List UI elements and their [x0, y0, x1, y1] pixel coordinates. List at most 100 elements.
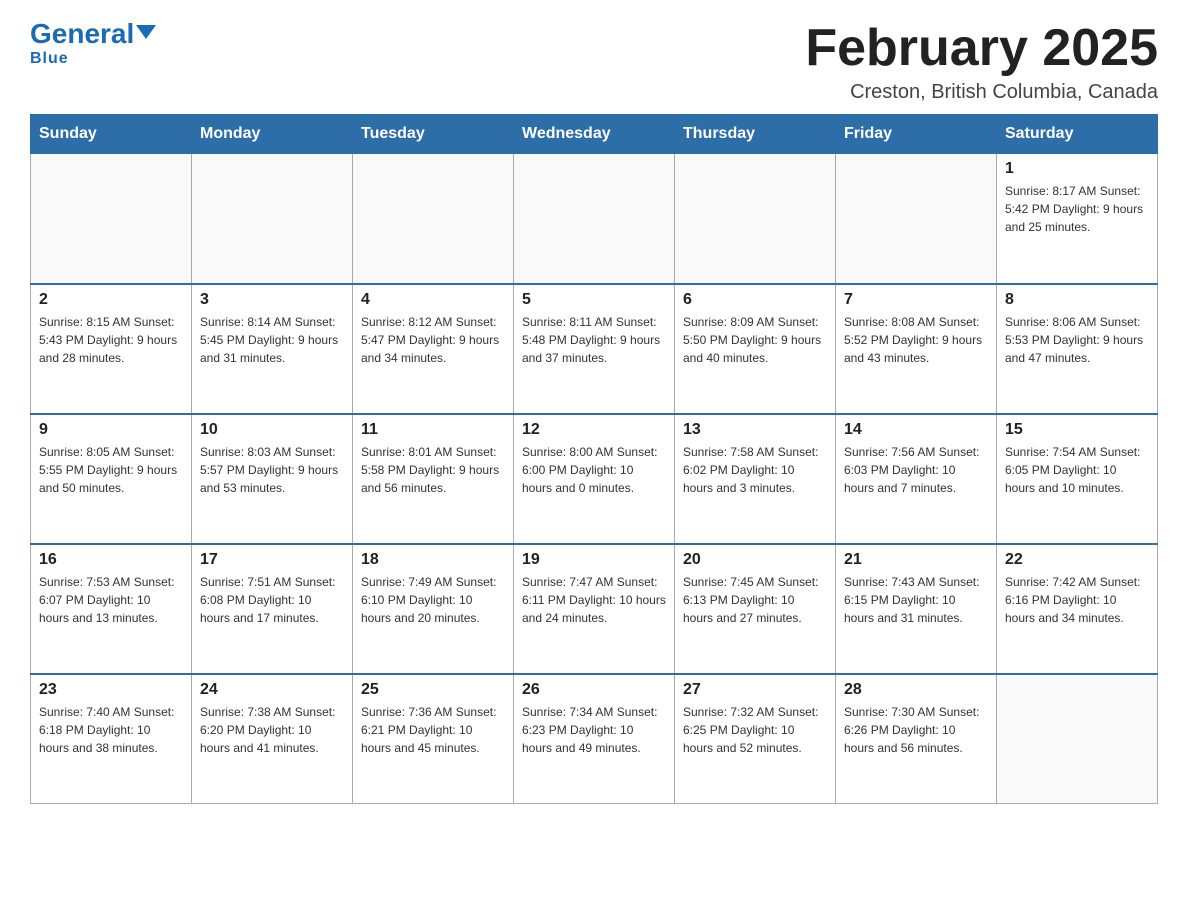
day-number: 9 — [39, 421, 183, 439]
calendar-cell — [997, 674, 1158, 804]
day-number: 3 — [200, 291, 344, 309]
day-number: 19 — [522, 551, 666, 569]
header-friday: Friday — [836, 115, 997, 154]
calendar-cell: 14 Sunrise: 7:56 AM Sunset: 6:03 PM Dayli… — [836, 414, 997, 544]
calendar-week-row: 16 Sunrise: 7:53 AM Sunset: 6:07 PM Dayli… — [31, 544, 1158, 674]
calendar-cell: 3 Sunrise: 8:14 AM Sunset: 5:45 PM Daylig… — [192, 284, 353, 414]
day-number: 23 — [39, 681, 183, 699]
calendar-cell — [836, 154, 997, 284]
day-info: Sunrise: 7:40 AM Sunset: 6:18 PM Dayligh… — [39, 703, 183, 757]
day-info: Sunrise: 8:05 AM Sunset: 5:55 PM Dayligh… — [39, 443, 183, 497]
day-number: 21 — [844, 551, 988, 569]
day-number: 10 — [200, 421, 344, 439]
day-number: 27 — [683, 681, 827, 699]
calendar-week-row: 23 Sunrise: 7:40 AM Sunset: 6:18 PM Dayli… — [31, 674, 1158, 804]
calendar-subtitle: Creston, British Columbia, Canada — [805, 81, 1158, 104]
day-number: 18 — [361, 551, 505, 569]
day-number: 7 — [844, 291, 988, 309]
day-info: Sunrise: 8:06 AM Sunset: 5:53 PM Dayligh… — [1005, 313, 1149, 367]
header-monday: Monday — [192, 115, 353, 154]
calendar-week-row: 1Sunrise: 8:17 AM Sunset: 5:42 PM Daylig… — [31, 154, 1158, 284]
calendar-cell: 4 Sunrise: 8:12 AM Sunset: 5:47 PM Daylig… — [353, 284, 514, 414]
day-info: Sunrise: 7:47 AM Sunset: 6:11 PM Dayligh… — [522, 573, 666, 627]
day-info: Sunrise: 7:58 AM Sunset: 6:02 PM Dayligh… — [683, 443, 827, 497]
day-number: 12 — [522, 421, 666, 439]
day-info: Sunrise: 7:56 AM Sunset: 6:03 PM Dayligh… — [844, 443, 988, 497]
calendar-cell: 26Sunrise: 7:34 AM Sunset: 6:23 PM Dayli… — [514, 674, 675, 804]
day-info: Sunrise: 8:12 AM Sunset: 5:47 PM Dayligh… — [361, 313, 505, 367]
calendar-cell: 13 Sunrise: 7:58 AM Sunset: 6:02 PM Dayli… — [675, 414, 836, 544]
day-number: 15 — [1005, 421, 1149, 439]
calendar-cell — [31, 154, 192, 284]
day-info: Sunrise: 8:14 AM Sunset: 5:45 PM Dayligh… — [200, 313, 344, 367]
calendar-cell: 27 Sunrise: 7:32 AM Sunset: 6:25 PM Dayli… — [675, 674, 836, 804]
calendar-cell — [192, 154, 353, 284]
day-number: 4 — [361, 291, 505, 309]
day-number: 28 — [844, 681, 988, 699]
calendar-cell: 22 Sunrise: 7:42 AM Sunset: 6:16 PM Dayli… — [997, 544, 1158, 674]
calendar-cell: 25 Sunrise: 7:36 AM Sunset: 6:21 PM Dayli… — [353, 674, 514, 804]
calendar-cell: 9 Sunrise: 8:05 AM Sunset: 5:55 PM Daylig… — [31, 414, 192, 544]
day-info: Sunrise: 8:00 AM Sunset: 6:00 PM Dayligh… — [522, 443, 666, 497]
day-number: 1 — [1005, 160, 1149, 178]
day-number: 14 — [844, 421, 988, 439]
day-number: 22 — [1005, 551, 1149, 569]
day-info: Sunrise: 7:36 AM Sunset: 6:21 PM Dayligh… — [361, 703, 505, 757]
day-info: Sunrise: 8:11 AM Sunset: 5:48 PM Dayligh… — [522, 313, 666, 367]
day-number: 16 — [39, 551, 183, 569]
day-number: 24 — [200, 681, 344, 699]
day-info: Sunrise: 7:42 AM Sunset: 6:16 PM Dayligh… — [1005, 573, 1149, 627]
header-thursday: Thursday — [675, 115, 836, 154]
calendar-cell: 17 Sunrise: 7:51 AM Sunset: 6:08 PM Dayli… — [192, 544, 353, 674]
calendar-cell: 23 Sunrise: 7:40 AM Sunset: 6:18 PM Dayli… — [31, 674, 192, 804]
header-wednesday: Wednesday — [514, 115, 675, 154]
calendar-title: February 2025 — [805, 20, 1158, 77]
day-info: Sunrise: 7:51 AM Sunset: 6:08 PM Dayligh… — [200, 573, 344, 627]
day-info: Sunrise: 8:08 AM Sunset: 5:52 PM Dayligh… — [844, 313, 988, 367]
day-info: Sunrise: 8:15 AM Sunset: 5:43 PM Dayligh… — [39, 313, 183, 367]
logo-general: General — [30, 18, 134, 49]
day-number: 25 — [361, 681, 505, 699]
day-number: 2 — [39, 291, 183, 309]
calendar-cell: 18 Sunrise: 7:49 AM Sunset: 6:10 PM Dayli… — [353, 544, 514, 674]
day-info: Sunrise: 7:38 AM Sunset: 6:20 PM Dayligh… — [200, 703, 344, 757]
day-number: 17 — [200, 551, 344, 569]
day-number: 13 — [683, 421, 827, 439]
weekday-header-row: Sunday Monday Tuesday Wednesday Thursday… — [31, 115, 1158, 154]
day-info: Sunrise: 7:34 AM Sunset: 6:23 PM Dayligh… — [522, 703, 666, 757]
calendar-cell: 28 Sunrise: 7:30 AM Sunset: 6:26 PM Dayli… — [836, 674, 997, 804]
day-number: 11 — [361, 421, 505, 439]
calendar-cell — [514, 154, 675, 284]
calendar-cell: 6 Sunrise: 8:09 AM Sunset: 5:50 PM Daylig… — [675, 284, 836, 414]
header-sunday: Sunday — [31, 115, 192, 154]
calendar-cell: 11 Sunrise: 8:01 AM Sunset: 5:58 PM Dayli… — [353, 414, 514, 544]
calendar-week-row: 9 Sunrise: 8:05 AM Sunset: 5:55 PM Daylig… — [31, 414, 1158, 544]
calendar-cell: 19 Sunrise: 7:47 AM Sunset: 6:11 PM Dayli… — [514, 544, 675, 674]
day-info: Sunrise: 8:01 AM Sunset: 5:58 PM Dayligh… — [361, 443, 505, 497]
calendar-cell — [353, 154, 514, 284]
calendar-cell: 10 Sunrise: 8:03 AM Sunset: 5:57 PM Dayli… — [192, 414, 353, 544]
day-info: Sunrise: 7:30 AM Sunset: 6:26 PM Dayligh… — [844, 703, 988, 757]
day-info: Sunrise: 7:45 AM Sunset: 6:13 PM Dayligh… — [683, 573, 827, 627]
calendar-cell: 15Sunrise: 7:54 AM Sunset: 6:05 PM Dayli… — [997, 414, 1158, 544]
logo-text: General — [30, 20, 156, 48]
calendar-cell: 16 Sunrise: 7:53 AM Sunset: 6:07 PM Dayli… — [31, 544, 192, 674]
day-info: Sunrise: 8:03 AM Sunset: 5:57 PM Dayligh… — [200, 443, 344, 497]
calendar-cell: 7 Sunrise: 8:08 AM Sunset: 5:52 PM Daylig… — [836, 284, 997, 414]
day-number: 8 — [1005, 291, 1149, 309]
day-info: Sunrise: 7:32 AM Sunset: 6:25 PM Dayligh… — [683, 703, 827, 757]
calendar-cell — [675, 154, 836, 284]
calendar-cell: 1Sunrise: 8:17 AM Sunset: 5:42 PM Daylig… — [997, 154, 1158, 284]
day-number: 5 — [522, 291, 666, 309]
day-info: Sunrise: 7:53 AM Sunset: 6:07 PM Dayligh… — [39, 573, 183, 627]
calendar-week-row: 2 Sunrise: 8:15 AM Sunset: 5:43 PM Daylig… — [31, 284, 1158, 414]
day-info: Sunrise: 8:09 AM Sunset: 5:50 PM Dayligh… — [683, 313, 827, 367]
page-header: General Blue February 2025 Creston, Brit… — [30, 20, 1158, 104]
calendar-cell: 5 Sunrise: 8:11 AM Sunset: 5:48 PM Daylig… — [514, 284, 675, 414]
calendar-cell: 21Sunrise: 7:43 AM Sunset: 6:15 PM Dayli… — [836, 544, 997, 674]
day-info: Sunrise: 7:49 AM Sunset: 6:10 PM Dayligh… — [361, 573, 505, 627]
calendar-cell: 20Sunrise: 7:45 AM Sunset: 6:13 PM Dayli… — [675, 544, 836, 674]
logo-triangle-icon — [136, 25, 156, 39]
calendar-cell: 8 Sunrise: 8:06 AM Sunset: 5:53 PM Daylig… — [997, 284, 1158, 414]
day-number: 6 — [683, 291, 827, 309]
